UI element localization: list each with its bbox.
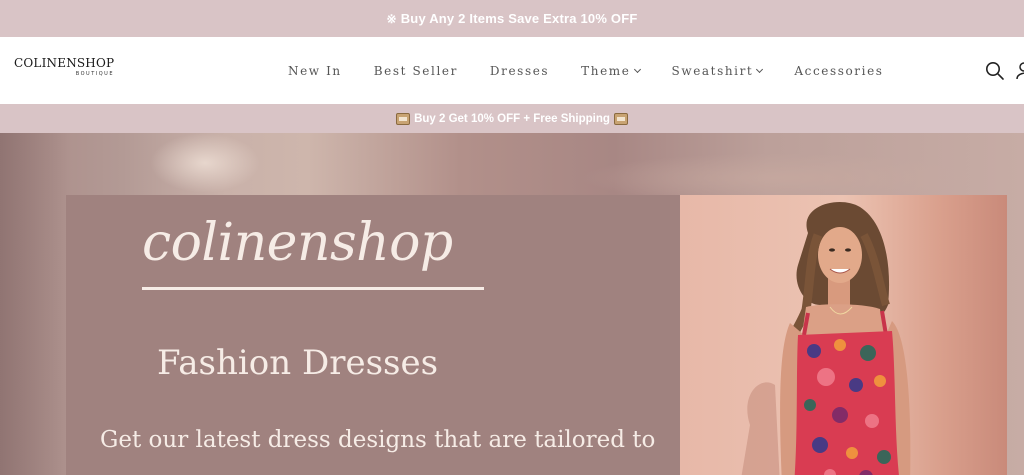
- search-icon[interactable]: [985, 61, 1005, 81]
- chevron-down-icon: [633, 65, 641, 73]
- site-header: COLINENSHOP BOUTIQUE New In Best Seller …: [0, 37, 1024, 104]
- announcement-bar: ※ Buy Any 2 Items Save Extra 10% OFF: [0, 0, 1024, 37]
- nav-item-theme[interactable]: Theme: [581, 63, 641, 78]
- nav-item-dresses[interactable]: Dresses: [490, 64, 549, 78]
- main-nav: New In Best Seller Dresses Theme Sweatsh…: [272, 37, 900, 104]
- logo-name: COLINENSHOP: [14, 56, 115, 70]
- logo-tagline: BOUTIQUE: [75, 71, 114, 77]
- announcement-text: Buy Any 2 Items Save Extra 10% OFF: [400, 11, 638, 26]
- hero-text-panel: colinenshop Fashion Dresses Get our late…: [66, 195, 680, 475]
- model-photo: [680, 195, 1007, 475]
- hero-background: [0, 133, 70, 475]
- hero-brand: colinenshop: [142, 213, 453, 273]
- nav-item-best-seller[interactable]: Best Seller: [374, 64, 458, 78]
- promo-text: Buy 2 Get 10% OFF + Free Shipping: [414, 112, 610, 125]
- user-icon[interactable]: [1016, 61, 1024, 81]
- nav-label: Theme: [581, 63, 631, 78]
- site-logo[interactable]: COLINENSHOP BOUTIQUE: [14, 57, 124, 87]
- package-icon: [396, 112, 411, 125]
- sparkle-icon: ※: [386, 11, 397, 26]
- nav-label: New In: [288, 63, 342, 78]
- hero-background: [150, 133, 260, 193]
- hero-banner[interactable]: colinenshop Fashion Dresses Get our late…: [0, 133, 1024, 475]
- nav-item-accessories[interactable]: Accessories: [794, 64, 883, 78]
- hero-description: Get our latest dress designs that are ta…: [100, 427, 656, 453]
- nav-label: Sweatshirt: [671, 63, 754, 78]
- nav-item-new-in[interactable]: New In: [288, 64, 342, 78]
- promo-bar: Buy 2 Get 10% OFF + Free Shipping: [0, 104, 1024, 133]
- nav-label: Best Seller: [373, 63, 458, 78]
- nav-item-sweatshirt[interactable]: Sweatshirt: [671, 63, 764, 78]
- package-icon: [613, 112, 628, 125]
- nav-label: Dresses: [489, 63, 550, 78]
- nav-label: Accessories: [794, 63, 884, 78]
- brand-underline: [142, 287, 484, 290]
- hero-title: Fashion Dresses: [157, 343, 439, 383]
- chevron-down-icon: [756, 65, 764, 73]
